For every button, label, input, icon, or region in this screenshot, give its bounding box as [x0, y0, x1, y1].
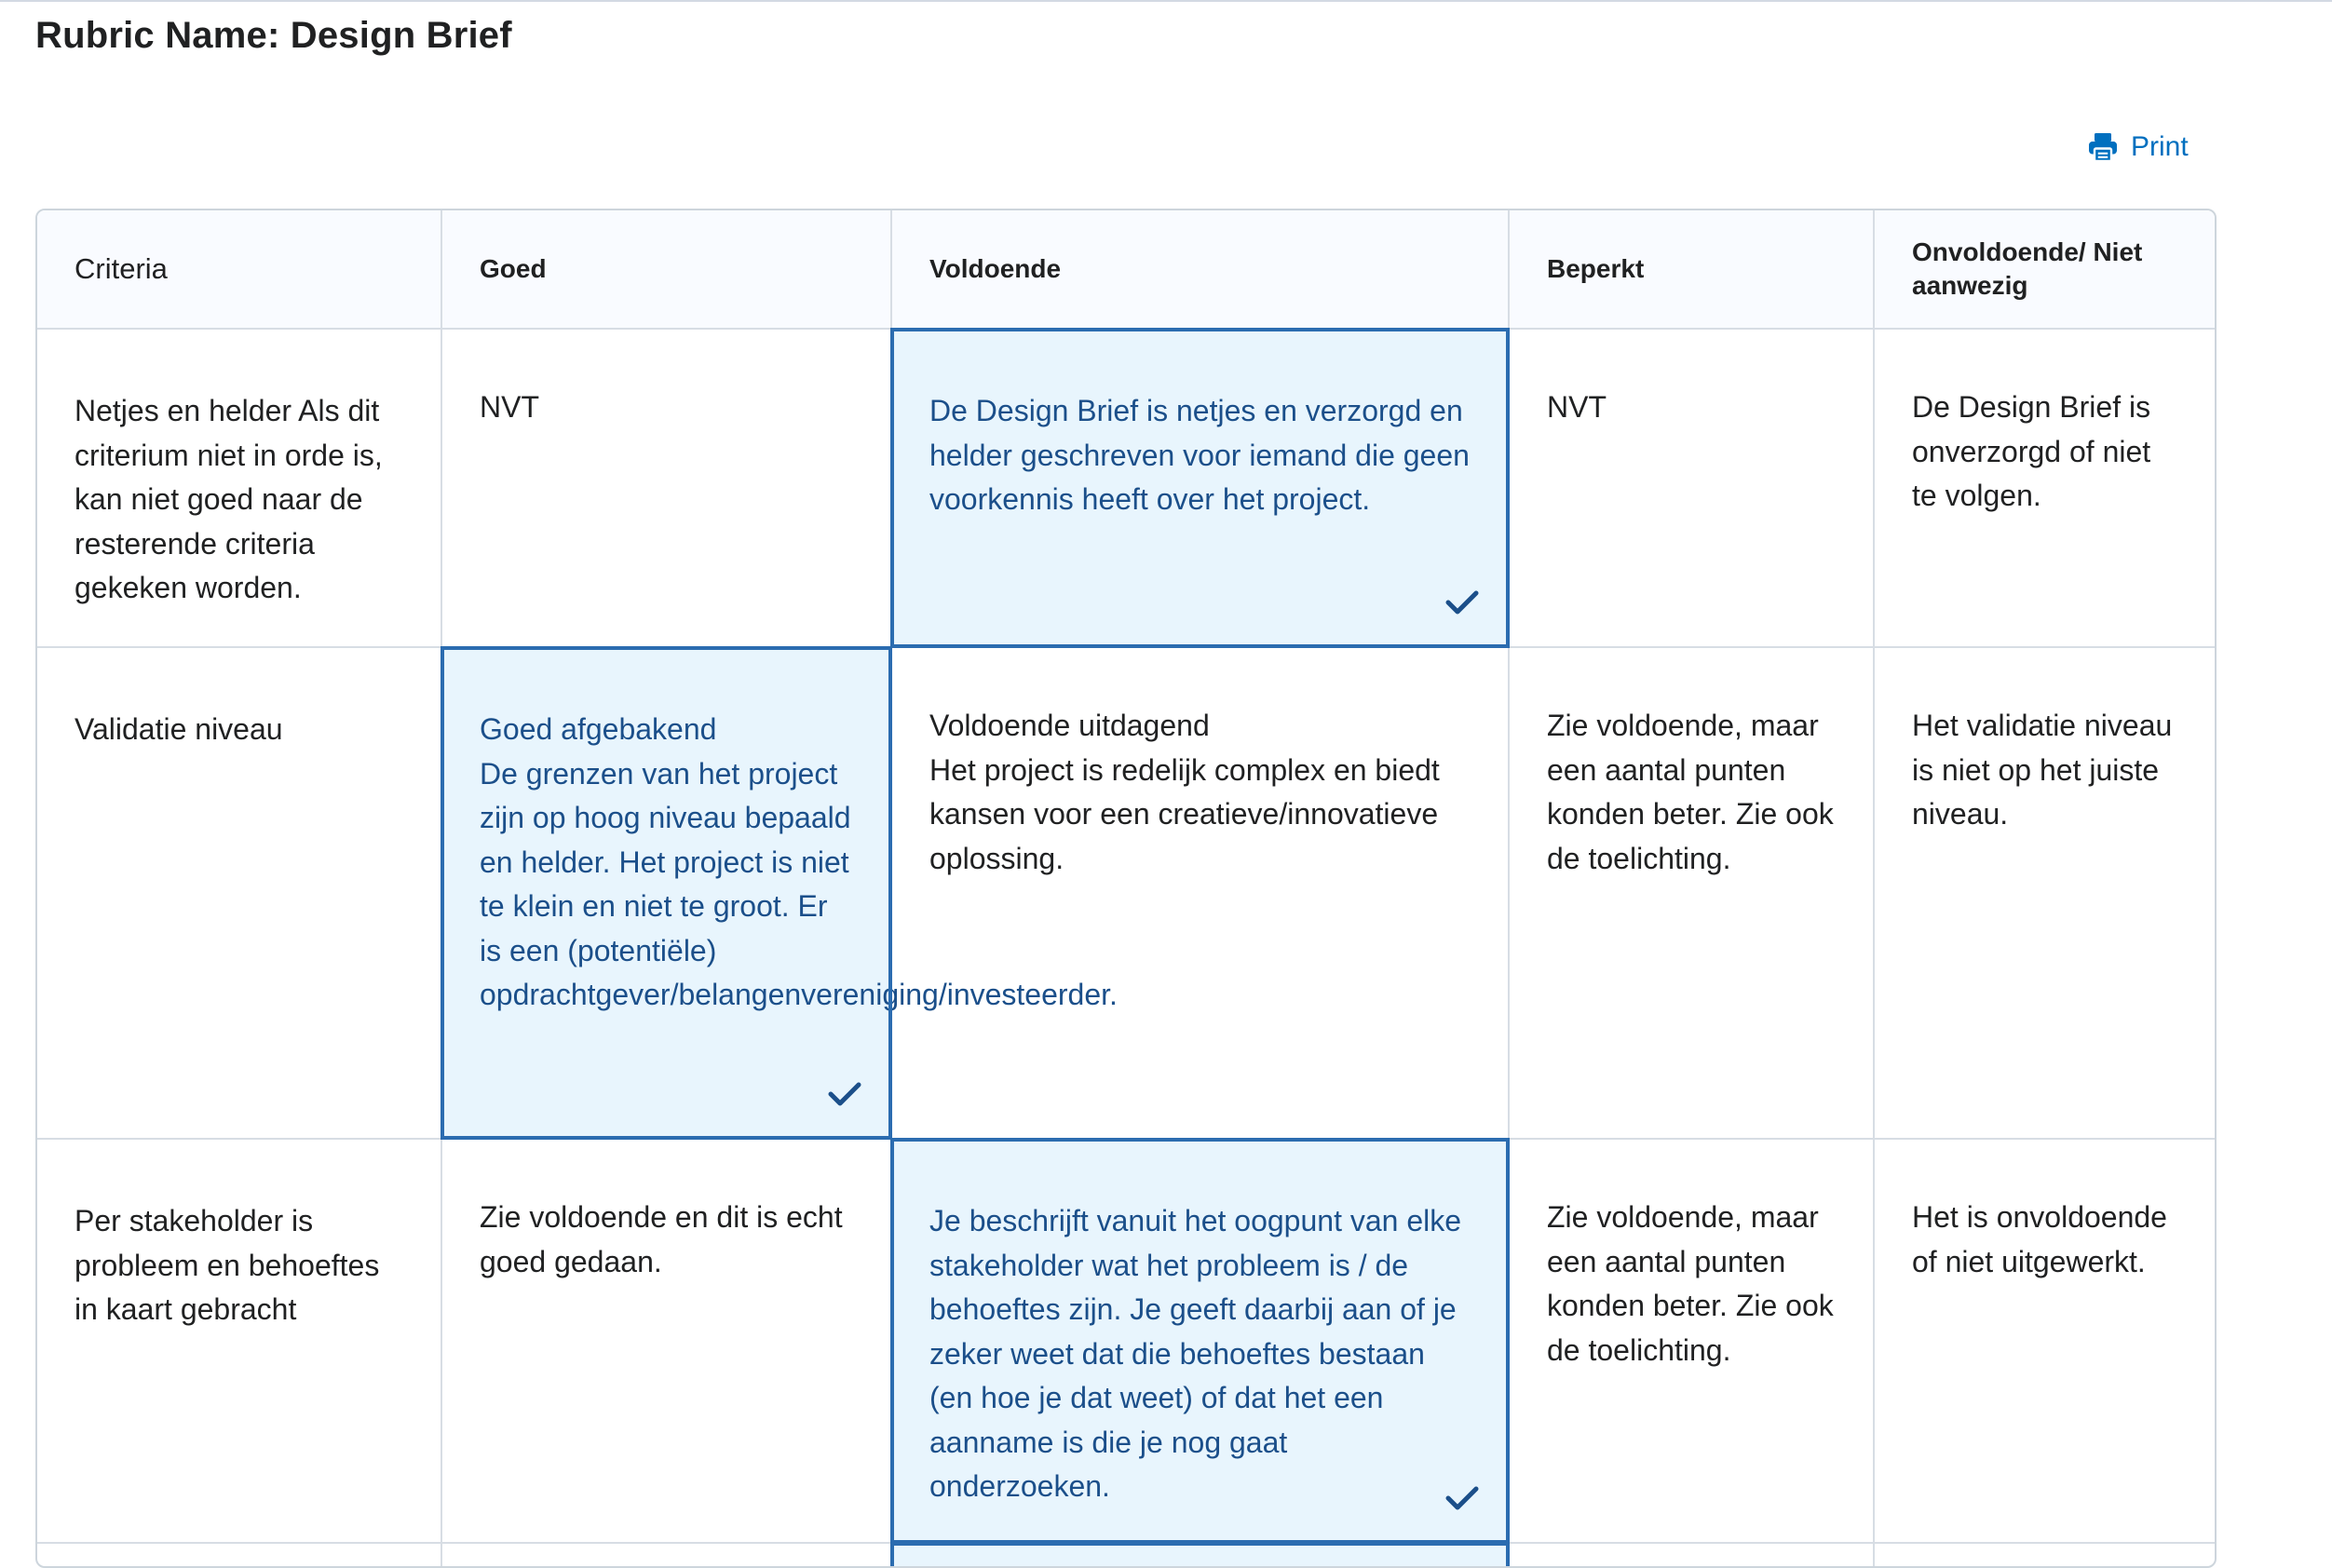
- level-cell-beperkt[interactable]: NVT: [1509, 329, 1875, 648]
- table-row: [37, 1542, 2215, 1566]
- level-cell-beperkt[interactable]: Zie voldoende, maar een aantal punten ko…: [1509, 647, 1875, 1140]
- top-divider: [0, 0, 2332, 2]
- level-cell-onvoldoende[interactable]: De Design Brief is onverzorgd of niet te…: [1874, 329, 2215, 648]
- level-cell-beperkt[interactable]: Zie voldoende, maar een aantal punten ko…: [1509, 1139, 1875, 1544]
- level-cell-goed-selected[interactable]: Goed afgebakend De grenzen van het proje…: [441, 646, 1118, 1140]
- level-cell-goed[interactable]: NVT: [441, 329, 892, 648]
- level-cell-goed[interactable]: [441, 1543, 892, 1566]
- header-criteria: Criteria: [37, 210, 442, 330]
- level-cell-goed[interactable]: Zie voldoende en dit is echt goed gedaan…: [441, 1139, 892, 1544]
- level-cell-beperkt[interactable]: [1509, 1543, 1875, 1566]
- header-goed: Goed: [441, 210, 892, 330]
- table-row: Per stakeholder is probleem en behoeftes…: [37, 1138, 2215, 1544]
- level-description: Goed afgebakend De grenzen van het proje…: [480, 712, 1118, 1011]
- level-description: NVT: [480, 390, 539, 424]
- criterion-cell: Netjes en helder Als dit criterium niet …: [37, 329, 442, 648]
- level-description: Het is onvoldoende of niet uitgewerkt.: [1912, 1200, 2167, 1278]
- print-label: Print: [2131, 131, 2189, 162]
- level-description: Zie voldoende, maar een aantal punten ko…: [1547, 709, 1834, 875]
- level-description: De Design Brief is onverzorgd of niet te…: [1912, 390, 2151, 512]
- level-description: Het validatie niveau is niet op het juis…: [1912, 709, 2173, 831]
- level-description: NVT: [1547, 390, 1607, 424]
- print-button[interactable]: Print: [2086, 130, 2189, 164]
- header-onvoldoende: Onvoldoende/ Niet aanwezig: [1874, 210, 2215, 330]
- criterion-cell: Validatie niveau: [37, 647, 442, 1140]
- rubric-title: Rubric Name: Design Brief: [35, 15, 512, 56]
- level-cell-voldoende-selected[interactable]: Je beschrijft vanuit het oogpunt van elk…: [890, 1138, 1510, 1544]
- level-cell-voldoende[interactable]: Voldoende uitdagend Het project is redel…: [891, 647, 1510, 1140]
- level-cell-voldoende-selected[interactable]: De Design Brief is netjes en verzorgd en…: [890, 328, 1510, 648]
- level-cell-onvoldoende[interactable]: [1874, 1543, 2215, 1566]
- header-row: Criteria Goed Voldoende Beperkt Onvoldoe…: [37, 210, 2215, 330]
- checkmark-icon: [828, 1082, 861, 1106]
- level-description: Zie voldoende en dit is echt goed gedaan…: [480, 1200, 843, 1278]
- level-cell-onvoldoende[interactable]: Het validatie niveau is niet op het juis…: [1874, 647, 2215, 1140]
- level-description: De Design Brief is netjes en verzorgd en…: [929, 394, 1470, 516]
- table-row: Validatie niveau Goed afgebakend De gren…: [37, 646, 2215, 1140]
- checkmark-icon: [1445, 590, 1479, 615]
- criterion-cell: [37, 1543, 442, 1566]
- checkmark-icon: [1445, 1486, 1479, 1510]
- header-beperkt: Beperkt: [1509, 210, 1875, 330]
- level-cell-voldoende-selected[interactable]: [890, 1542, 1510, 1566]
- printer-icon: [2086, 130, 2120, 164]
- level-description: Je beschrijft vanuit het oogpunt van elk…: [929, 1204, 1462, 1503]
- rubric-table: Criteria Goed Voldoende Beperkt Onvoldoe…: [35, 209, 2217, 1568]
- header-voldoende: Voldoende: [891, 210, 1510, 330]
- level-description: Voldoende uitdagend Het project is redel…: [929, 709, 1440, 875]
- criterion-cell: Per stakeholder is probleem en behoeftes…: [37, 1139, 442, 1544]
- level-description: Zie voldoende, maar een aantal punten ko…: [1547, 1200, 1834, 1367]
- level-cell-onvoldoende[interactable]: Het is onvoldoende of niet uitgewerkt.: [1874, 1139, 2215, 1544]
- table-row: Netjes en helder Als dit criterium niet …: [37, 328, 2215, 648]
